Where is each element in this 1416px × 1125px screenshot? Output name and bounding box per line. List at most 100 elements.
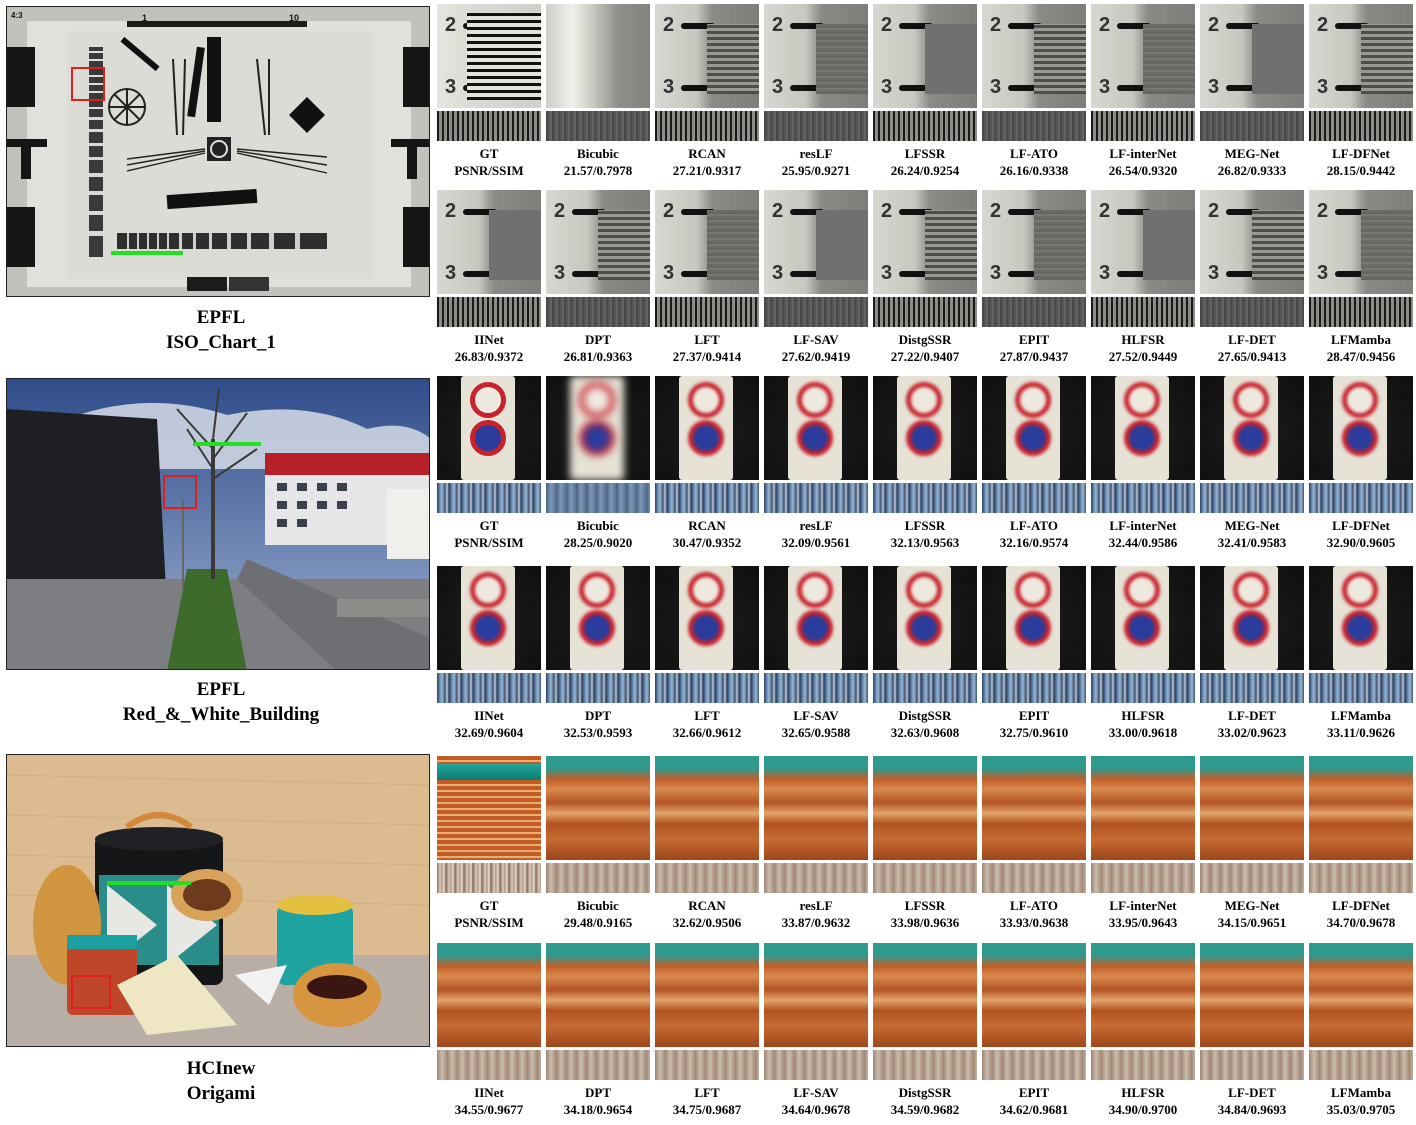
chart-number-label: 2 — [1208, 14, 1220, 36]
method-name: GT — [479, 898, 499, 913]
sign-ring — [1233, 382, 1269, 418]
psnr-ssim-score: 35.03/0.9705 — [1326, 1102, 1396, 1117]
method-cell: GT PSNR/SSIM — [437, 376, 541, 551]
epi-slice — [437, 1050, 541, 1080]
method-name: MEG-Net — [1224, 146, 1280, 161]
method-cell: 2 3 RCAN 27.21/0.9317 — [655, 4, 759, 179]
chart-number-label: 2 — [1099, 200, 1111, 222]
epi-slice — [764, 111, 868, 141]
method-cell: resLF 33.87/0.9632 — [764, 756, 868, 931]
method-cell: 2 3 MEG-Net 26.82/0.9333 — [1200, 4, 1304, 179]
zoomed-crop — [764, 943, 868, 1047]
sign-disc — [1015, 610, 1051, 646]
scene-image-building — [6, 378, 430, 670]
epi-line — [193, 442, 261, 446]
zoomed-crop — [873, 943, 977, 1047]
method-name: LF-ATO — [1010, 898, 1058, 913]
method-caption: EPIT 34.62/0.9681 — [980, 1084, 1088, 1118]
chart-line-pattern — [925, 210, 977, 280]
psnr-ssim-score: 26.82/0.9333 — [1217, 163, 1287, 178]
psnr-ssim-score: 26.83/0.9372 — [454, 349, 524, 364]
epi-slice — [437, 111, 541, 141]
method-cell: LF-SAV 34.64/0.9678 — [764, 943, 868, 1118]
method-cell: LF-ATO 32.16/0.9574 — [982, 376, 1086, 551]
epi-slice — [982, 1050, 1086, 1080]
zoomed-crop — [437, 943, 541, 1047]
psnr-ssim-score: PSNR/SSIM — [454, 535, 524, 550]
psnr-ssim-score: 27.87/0.9437 — [999, 349, 1069, 364]
psnr-ssim-score: 30.47/0.9352 — [672, 535, 742, 550]
method-cell: DistgSSR 34.59/0.9682 — [873, 943, 977, 1118]
epi-slice — [1091, 297, 1195, 327]
method-cell: LF-interNet 33.95/0.9643 — [1091, 756, 1195, 931]
method-name: LF-ATO — [1010, 518, 1058, 533]
method-cell: LFT 32.66/0.9612 — [655, 566, 759, 741]
chart-line-pattern — [1143, 24, 1195, 94]
method-name: RCAN — [688, 518, 726, 533]
epi-slice — [437, 673, 541, 703]
zoomed-crop — [437, 756, 541, 860]
method-cell: 2 3 LFSSR 26.24/0.9254 — [873, 4, 977, 179]
chart-number-label: 2 — [445, 200, 457, 222]
method-cell: 2 3 LF-DFNet 28.15/0.9442 — [1309, 4, 1413, 179]
epi-slice — [764, 673, 868, 703]
method-caption: DPT 26.81/0.9363 — [544, 331, 652, 365]
psnr-ssim-score: 33.93/0.9638 — [999, 915, 1069, 930]
method-caption: LF-DET 33.02/0.9623 — [1198, 707, 1306, 741]
psnr-ssim-score: 32.65/0.9588 — [781, 725, 851, 740]
method-caption: LF-interNet 32.44/0.9586 — [1089, 517, 1197, 551]
method-cell: LFMamba 33.11/0.9626 — [1309, 566, 1413, 741]
epi-slice — [546, 1050, 650, 1080]
method-name: LFSSR — [904, 898, 946, 913]
scene-dataset: HCInew — [186, 1058, 256, 1079]
method-name: MEG-Net — [1224, 518, 1280, 533]
method-name: IINet — [474, 332, 504, 347]
method-cell: DPT 32.53/0.9593 — [546, 566, 650, 741]
method-name: LF-DFNet — [1332, 898, 1390, 913]
method-caption: HLFSR 33.00/0.9618 — [1089, 707, 1197, 741]
epi-slice — [1091, 673, 1195, 703]
sign-ring — [797, 382, 833, 418]
method-name: HLFSR — [1121, 708, 1165, 723]
sign-ring — [688, 382, 724, 418]
psnr-ssim-score: 26.24/0.9254 — [890, 163, 960, 178]
epi-slice — [437, 863, 541, 893]
method-cell: HLFSR 34.90/0.9700 — [1091, 943, 1195, 1118]
psnr-ssim-score: 25.95/0.9271 — [781, 163, 851, 178]
psnr-ssim-score: 34.18/0.9654 — [563, 1102, 633, 1117]
method-cell: 2 3 LFMamba 28.47/0.9456 — [1309, 190, 1413, 365]
epi-slice — [1309, 673, 1413, 703]
method-caption: DPT 32.53/0.9593 — [544, 707, 652, 741]
method-name: IINet — [474, 1085, 504, 1100]
method-caption: HLFSR 34.90/0.9700 — [1089, 1084, 1197, 1118]
epi-slice — [1091, 483, 1195, 513]
sign-disc — [1342, 610, 1378, 646]
psnr-ssim-score: 27.37/0.9414 — [672, 349, 742, 364]
chart-number-label: 3 — [663, 76, 675, 98]
psnr-ssim-score: 32.62/0.9506 — [672, 915, 742, 930]
zoomed-crop — [437, 376, 541, 480]
method-caption: LFT 34.75/0.9687 — [653, 1084, 761, 1118]
method-caption: IINet 34.55/0.9677 — [435, 1084, 543, 1118]
epi-slice — [764, 863, 868, 893]
zoomed-crop — [1091, 376, 1195, 480]
top-ruler-right: 10 — [289, 13, 300, 23]
epi-slice — [1309, 483, 1413, 513]
method-caption: LF-DFNet 32.90/0.9605 — [1307, 517, 1415, 551]
method-caption: LF-DFNet 34.70/0.9678 — [1307, 897, 1415, 931]
sign-disc — [1342, 420, 1378, 456]
chart-number-label: 3 — [881, 76, 893, 98]
building-drawing — [7, 379, 429, 669]
zoomed-crop — [1200, 376, 1304, 480]
method-name: LFSSR — [904, 146, 946, 161]
epi-slice — [1309, 111, 1413, 141]
chart-line-pattern — [1361, 24, 1413, 94]
chart-line-pattern — [707, 24, 759, 94]
method-caption: LF-ATO 32.16/0.9574 — [980, 517, 1088, 551]
method-cell: Bicubic 28.25/0.9020 — [546, 376, 650, 551]
epi-slice — [873, 863, 977, 893]
method-caption: LF-SAV 34.64/0.9678 — [762, 1084, 870, 1118]
method-caption: LF-DET 27.65/0.9413 — [1198, 331, 1306, 365]
zoomed-crop: 23 — [437, 190, 541, 294]
zoomed-crop — [546, 566, 650, 670]
